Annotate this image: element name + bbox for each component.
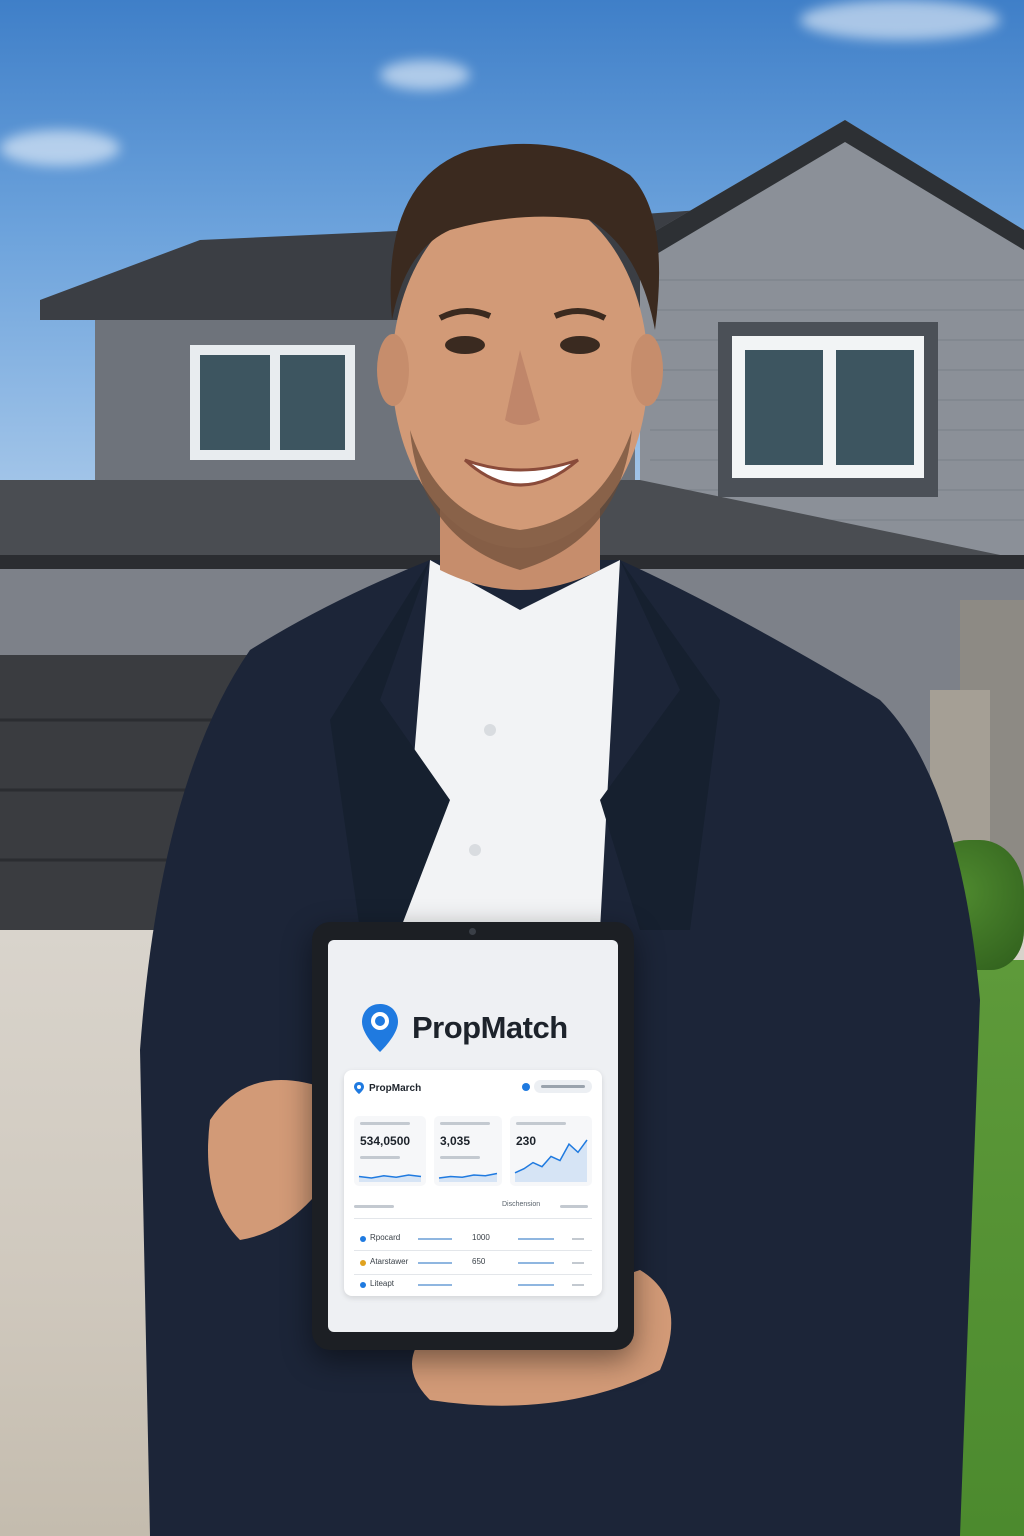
stat-tile: 3,035	[434, 1116, 502, 1186]
table-row[interactable]: Atarstawer 650	[354, 1254, 592, 1272]
tablet: PropMatch PropMarch 534,0500 3,035 230 D…	[312, 922, 634, 1350]
table-header-label: Dischension	[502, 1201, 541, 1208]
camera-icon	[469, 928, 476, 935]
row-icon	[360, 1260, 366, 1266]
listing-table: Dischension Rpocard 1000 Atarstawer 650 …	[354, 1200, 592, 1290]
sparkline	[438, 1172, 498, 1182]
sparkline-area	[515, 1140, 587, 1182]
sparkline	[358, 1174, 422, 1182]
dashboard-header: PropMarch	[354, 1080, 592, 1096]
row-number: 1000	[472, 1233, 490, 1242]
row-icon	[360, 1282, 366, 1288]
stat-value: 3,035	[440, 1134, 471, 1148]
dashboard-card: PropMarch 534,0500 3,035 230 Dischension…	[344, 1070, 602, 1296]
row-name: Liteapt	[370, 1279, 395, 1288]
tablet-screen: PropMatch PropMarch 534,0500 3,035 230 D…	[328, 940, 618, 1332]
row-number: 650	[472, 1257, 486, 1266]
row-name: Rpocard	[370, 1233, 401, 1242]
stat-tile: 230	[510, 1116, 592, 1186]
stat-value: 534,0500	[360, 1134, 411, 1148]
table-row[interactable]: Rpocard 1000	[354, 1230, 592, 1248]
status-dot-icon	[522, 1083, 530, 1091]
photo-scene: PropMatch PropMarch 534,0500 3,035 230 D…	[0, 0, 1024, 1536]
location-pin-icon	[362, 1004, 398, 1052]
brand-logo: PropMatch	[360, 1000, 568, 1056]
stat-tiles: 534,0500 3,035 230	[354, 1116, 592, 1186]
account-pill[interactable]	[534, 1080, 592, 1093]
row-name: Atarstawer	[370, 1257, 409, 1266]
table-row[interactable]: Liteapt	[354, 1276, 592, 1294]
brand-name: PropMatch	[412, 1010, 568, 1045]
table-header: Dischension	[354, 1200, 592, 1214]
stat-tile: 534,0500	[354, 1116, 426, 1186]
dashboard-title: PropMarch	[369, 1082, 422, 1094]
location-pin-icon	[354, 1082, 364, 1094]
row-icon	[360, 1236, 366, 1242]
sparkline	[514, 1139, 588, 1182]
